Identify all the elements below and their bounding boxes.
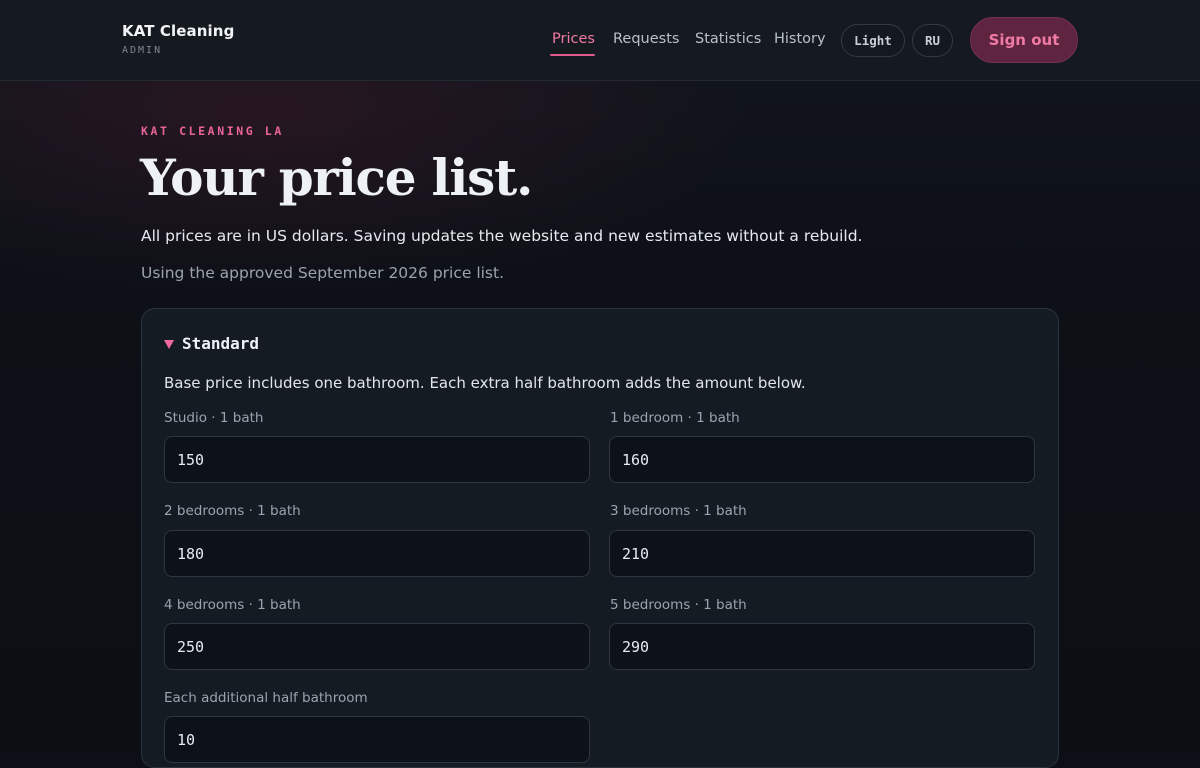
price-list-note: Using the approved September 2026 price … (141, 264, 505, 282)
half-bathroom-price-input[interactable] (164, 716, 590, 763)
two-bedrooms-price-label: 2 bedrooms · 1 bath (164, 503, 301, 519)
one-bedroom-price-input[interactable] (609, 436, 1035, 483)
page-title: Your price list. (140, 148, 533, 207)
five-bedrooms-price-input[interactable] (609, 623, 1035, 670)
five-bedrooms-price-label: 5 bedrooms · 1 bath (610, 597, 747, 613)
three-bedrooms-price-label: 3 bedrooms · 1 bath (610, 503, 747, 519)
section-title: Standard (182, 334, 260, 353)
sign-out-button[interactable]: Sign out (970, 17, 1078, 63)
four-bedrooms-price-input[interactable] (164, 623, 590, 670)
top-bar: KAT Cleaning ADMIN Prices Requests Stati… (0, 0, 1200, 81)
nav-statistics[interactable]: Statistics (695, 31, 761, 47)
nav-history[interactable]: History (774, 31, 826, 47)
eyebrow-label: KAT CLEANING LA (141, 124, 284, 138)
language-toggle-button[interactable]: RU (912, 24, 953, 57)
nav-prices[interactable]: Prices (552, 31, 595, 47)
section-toggle-standard[interactable]: Standard (164, 334, 259, 353)
brand[interactable]: KAT Cleaning ADMIN (122, 22, 234, 56)
nav-requests[interactable]: Requests (613, 31, 679, 47)
three-bedrooms-price-input[interactable] (609, 530, 1035, 577)
pricing-description: All prices are in US dollars. Saving upd… (141, 227, 863, 245)
caret-down-icon (164, 339, 174, 349)
section-description: Base price includes one bathroom. Each e… (164, 374, 806, 392)
two-bedrooms-price-input[interactable] (164, 530, 590, 577)
four-bedrooms-price-label: 4 bedrooms · 1 bath (164, 597, 301, 613)
brand-subtitle: ADMIN (122, 45, 163, 56)
studio-price-input[interactable] (164, 436, 590, 483)
theme-toggle-button[interactable]: Light (841, 24, 905, 57)
one-bedroom-price-label: 1 bedroom · 1 bath (610, 410, 740, 426)
brand-title: KAT Cleaning (122, 22, 235, 40)
studio-price-label: Studio · 1 bath (164, 410, 264, 426)
active-nav-indicator (550, 54, 595, 56)
half-bathroom-price-label: Each additional half bathroom (164, 690, 368, 706)
